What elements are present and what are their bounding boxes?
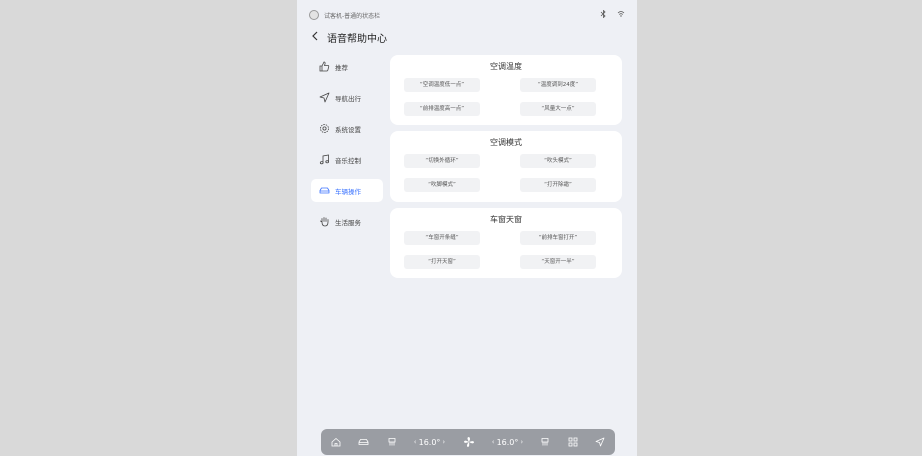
card-title: 空调温度 (490, 62, 522, 71)
command-chip[interactable]: “吹脚模式” (404, 178, 480, 192)
user-name: 试客机-普通的状态栏 (324, 12, 381, 20)
right-temperature-control: ‹ 16.0° › (492, 438, 523, 447)
sidebar-item-music[interactable]: 音乐控制 (311, 148, 383, 171)
left-temperature-control: ‹ 16.0° › (414, 438, 445, 447)
sidebar-item-label: 推荐 (335, 63, 348, 72)
command-chip[interactable]: “前排温度高一点” (404, 102, 480, 116)
command-chip[interactable]: “前排车窗打开” (520, 231, 596, 245)
command-chip[interactable]: “空调温度低一点” (404, 78, 480, 92)
sidebar-item-label: 系统设置 (335, 125, 361, 134)
left-temperature-value: 16.0° (418, 437, 441, 447)
command-card-windows-sunroof: 车窗天窗 “车窗开条缝” “前排车窗打开” “打开天窗” “天窗开一半” (390, 208, 622, 278)
avatar[interactable] (309, 10, 319, 20)
status-bar: 试客机-普通的状态栏 (309, 8, 625, 22)
fan-icon[interactable] (463, 436, 475, 448)
hand-icon (318, 216, 330, 228)
sidebar-item-navigation[interactable]: 导航出行 (311, 86, 383, 109)
category-sidebar: 推荐 导航出行 系统设置 音乐控制 车辆操作 生活服务 (311, 55, 383, 241)
seat-heat-right-icon[interactable] (540, 437, 550, 447)
back-icon[interactable] (311, 30, 323, 44)
left-temp-increase-button[interactable]: › (442, 438, 445, 446)
home-icon[interactable] (331, 437, 341, 447)
sidebar-item-label: 生活服务 (335, 218, 361, 227)
sidebar-item-life[interactable]: 生活服务 (311, 210, 383, 233)
sidebar-item-vehicle[interactable]: 车辆操作 (311, 179, 383, 202)
car-icon (318, 185, 330, 197)
left-temp-decrease-button[interactable]: ‹ (414, 438, 417, 446)
command-card-ac-temperature: 空调温度 “空调温度低一点” “温度调到24度” “前排温度高一点” “风量大一… (390, 55, 622, 125)
sidebar-item-label: 导航出行 (335, 94, 361, 103)
status-icons (600, 9, 625, 20)
voice-help-screen: 试客机-普通的状态栏 语音帮助中心 推荐 导航出行 系统设置 音乐控制 车辆操作… (297, 0, 637, 456)
right-temp-increase-button[interactable]: › (520, 438, 523, 446)
navigation-arrow-icon (318, 92, 330, 104)
signal-icon (617, 10, 625, 20)
page-title: 语音帮助中心 (327, 33, 387, 45)
right-temp-decrease-button[interactable]: ‹ (492, 438, 495, 446)
command-chip[interactable]: “温度调到24度” (520, 78, 596, 92)
command-chip[interactable]: “打开天窗” (404, 255, 480, 269)
sidebar-item-label: 音乐控制 (335, 156, 361, 165)
send-icon[interactable] (595, 437, 605, 447)
bluetooth-icon (600, 9, 607, 20)
right-temperature-value: 16.0° (496, 437, 519, 447)
command-chip[interactable]: “天窗开一半” (520, 255, 596, 269)
card-title: 车窗天窗 (490, 215, 522, 224)
seat-heat-left-icon[interactable] (387, 437, 397, 447)
command-card-ac-mode: 空调模式 “切换外循环” “吹头模式” “吹脚模式” “打开除霜” (390, 131, 622, 202)
car-icon[interactable] (358, 437, 369, 447)
climate-dock: ‹ 16.0° › ‹ 16.0° › (321, 429, 615, 455)
gear-icon (318, 123, 330, 135)
music-note-icon (318, 154, 330, 166)
command-chip[interactable]: “车窗开条缝” (404, 231, 480, 245)
sidebar-item-settings[interactable]: 系统设置 (311, 117, 383, 140)
apps-grid-icon[interactable] (568, 437, 578, 447)
command-chip[interactable]: “打开除霜” (520, 178, 596, 192)
command-chip[interactable]: “风量大一点” (520, 102, 596, 116)
page-header: 语音帮助中心 (311, 28, 387, 46)
command-chip[interactable]: “切换外循环” (404, 154, 480, 168)
sidebar-item-recommend[interactable]: 推荐 (311, 55, 383, 78)
command-chip[interactable]: “吹头模式” (520, 154, 596, 168)
card-title: 空调模式 (490, 138, 522, 147)
sidebar-item-label: 车辆操作 (335, 187, 361, 196)
thumbs-up-icon (318, 61, 330, 73)
